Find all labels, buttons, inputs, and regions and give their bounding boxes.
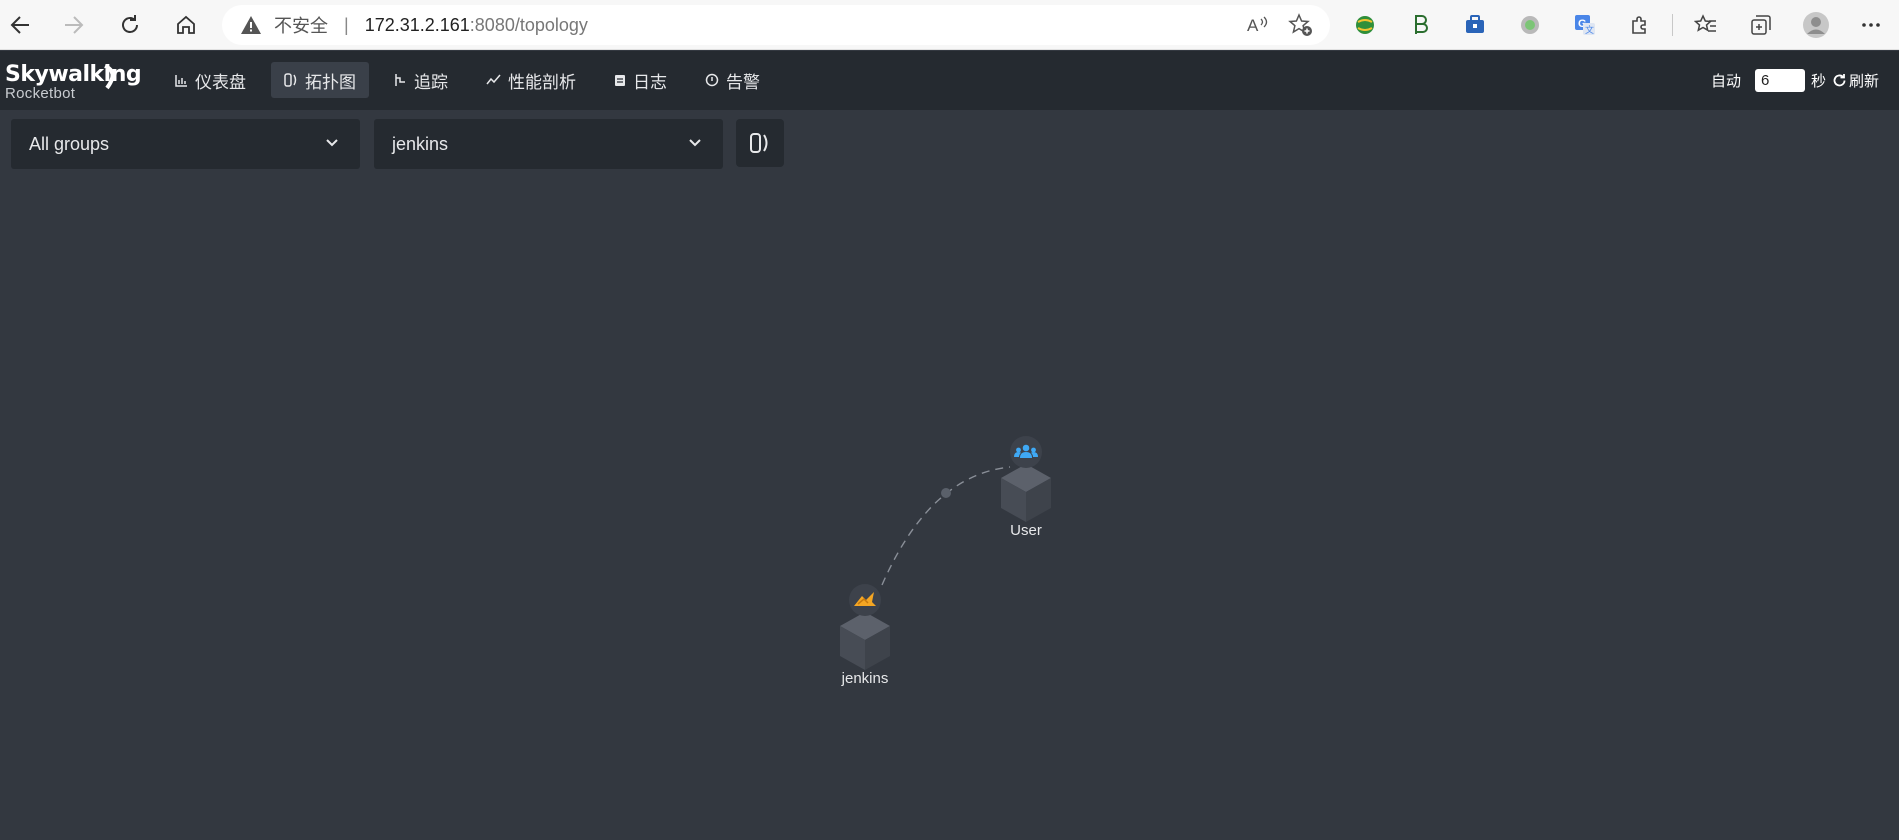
toolbar-divider [1672, 14, 1673, 36]
user-node-label[interactable]: User [996, 522, 1056, 539]
jenkins-node-label[interactable]: jenkins [830, 670, 900, 687]
menu-label: 日志 [633, 72, 667, 92]
reload-button[interactable] [114, 9, 146, 41]
address-separator: | [344, 14, 349, 35]
refresh-icon [1833, 74, 1846, 87]
jenkins-node[interactable] [840, 584, 890, 670]
globe-extension-icon[interactable] [1350, 10, 1380, 40]
group-select-value: All groups [29, 133, 110, 154]
topology-view-button[interactable] [736, 119, 784, 167]
refresh-label: 刷新 [1848, 73, 1879, 90]
circle-extension-icon[interactable] [1515, 10, 1545, 40]
profile-avatar-icon[interactable] [1801, 10, 1831, 40]
alarm-icon [705, 73, 719, 87]
more-options-icon[interactable] [1856, 10, 1886, 40]
svg-text:文: 文 [1585, 24, 1594, 35]
menu-label: 追踪 [414, 72, 448, 92]
menu-label: 仪表盘 [195, 72, 246, 92]
url-host: 172.31.2.161 [364, 14, 470, 35]
browser-toolbar: 不安全 | 172.31.2.161:8080/topology A G文 [0, 0, 1899, 50]
svg-text:A: A [1247, 16, 1259, 35]
menu-item-topology[interactable]: 拓扑图 [271, 62, 369, 98]
seconds-unit: 秒 [1810, 73, 1826, 90]
logo-arc-icon [104, 64, 115, 90]
topology-edge [881, 466, 1011, 586]
service-select[interactable]: jenkins [374, 119, 723, 169]
back-button[interactable] [4, 9, 36, 41]
topology-graph [840, 436, 1051, 670]
reload-icon [122, 15, 138, 33]
address-bar[interactable]: 不安全 | 172.31.2.161:8080/topology A [222, 5, 1330, 45]
auto-label[interactable]: 自动 [1711, 70, 1741, 91]
log-icon [615, 75, 625, 86]
collections-icon[interactable] [1746, 10, 1776, 40]
auto-refresh-controls: 自动 秒 刷新 [1711, 69, 1879, 92]
chevron-down-icon [689, 139, 701, 147]
forward-arrow-icon [65, 16, 84, 34]
forward-button[interactable] [58, 9, 90, 41]
app-header: Skywalking Rocketbot 仪表盘 拓扑图 追踪 性能剖析 日志 … [0, 51, 1899, 110]
topology-icon [750, 133, 768, 153]
insecure-label: 不安全 [274, 16, 328, 36]
topology-icon [284, 73, 297, 87]
refresh-button[interactable]: 刷新 [1832, 70, 1879, 91]
menu-label: 告警 [726, 72, 760, 92]
menu-label: 拓扑图 [305, 72, 356, 92]
toolbox-extension-icon[interactable] [1460, 10, 1490, 40]
home-button[interactable] [170, 9, 202, 41]
url-path: :8080/topology [469, 14, 588, 35]
topology-canvas[interactable]: User jenkins [0, 170, 1899, 840]
read-aloud-icon[interactable]: A [1246, 13, 1270, 37]
home-icon [177, 15, 195, 34]
menu-item-log[interactable]: 日志 [601, 62, 680, 98]
service-select-value: jenkins [392, 133, 449, 154]
back-arrow-icon [10, 16, 29, 34]
leaf-extension-icon[interactable] [1405, 10, 1435, 40]
menu-item-profile[interactable]: 性能剖析 [473, 62, 589, 98]
translate-extension-icon[interactable]: G文 [1570, 10, 1600, 40]
chevron-down-icon [326, 139, 338, 147]
main-menu: 仪表盘 拓扑图 追踪 性能剖析 日志 告警 [162, 62, 785, 98]
edge-midpoint-handle [941, 488, 951, 498]
skywalking-logo[interactable]: Skywalking Rocketbot [5, 62, 142, 102]
add-favorite-icon[interactable] [1288, 13, 1312, 37]
menu-item-dashboard[interactable]: 仪表盘 [162, 62, 259, 98]
favorites-icon[interactable] [1691, 10, 1721, 40]
trace-icon [395, 74, 405, 86]
extensions-puzzle-icon[interactable] [1625, 10, 1655, 40]
dashboard-icon [175, 74, 187, 87]
warning-icon[interactable] [240, 14, 262, 36]
group-select[interactable]: All groups [11, 119, 360, 169]
user-node[interactable] [1001, 436, 1051, 522]
menu-label: 性能剖析 [508, 72, 576, 92]
profile-icon [486, 74, 501, 85]
menu-item-alarm[interactable]: 告警 [692, 62, 773, 98]
menu-item-trace[interactable]: 追踪 [381, 62, 461, 98]
auto-refresh-seconds-input[interactable] [1754, 69, 1805, 92]
